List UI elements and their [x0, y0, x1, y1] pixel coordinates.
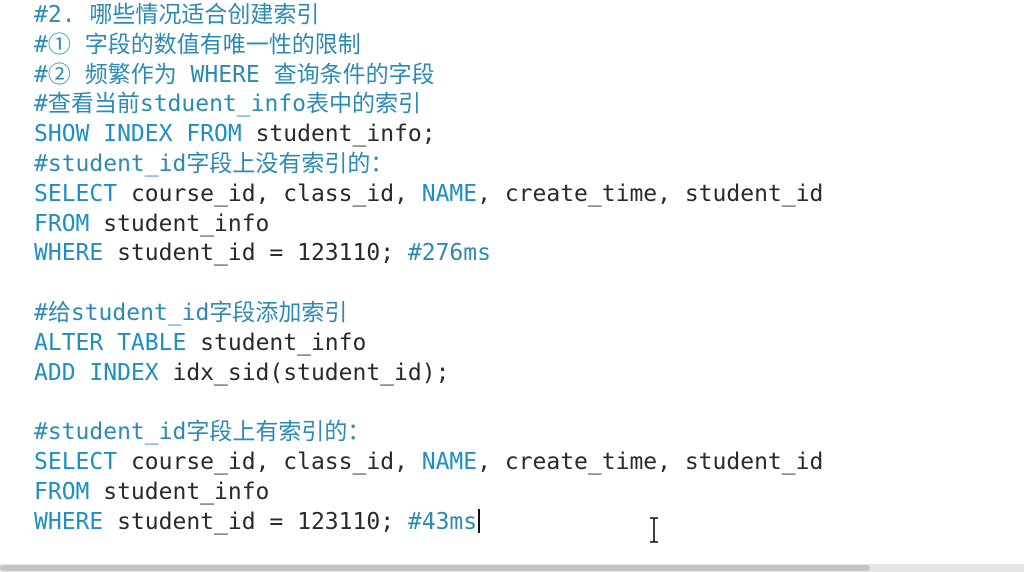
- keyword-token: WHERE: [34, 240, 104, 267]
- plain-token: student_id = 123110;: [103, 240, 408, 267]
- text-ibeam-cursor-icon: [650, 517, 658, 543]
- plain-token: , create_time, student_id: [477, 449, 824, 475]
- code-line[interactable]: FROM student_info: [34, 477, 269, 507]
- plain-token: idx_sid(student_id);: [158, 359, 450, 386]
- comment-token: #student_id字段上没有索引的：: [34, 151, 394, 177]
- keyword-token: SELECT: [34, 449, 118, 475]
- plain-token: student_id = 123110;: [103, 508, 408, 535]
- code-line[interactable]: ADD INDEX idx_sid(student_id);: [34, 358, 449, 388]
- keyword-token: FROM: [34, 478, 90, 505]
- plain-token: student_info;: [241, 121, 436, 148]
- code-line[interactable]: #① 字段的数值有唯一性的限制: [34, 30, 361, 60]
- code-line[interactable]: ALTER TABLE student_info: [34, 328, 366, 358]
- code-line[interactable]: #查看当前stduent_info表中的索引: [34, 89, 421, 119]
- keyword-token: ALTER TABLE: [34, 329, 187, 356]
- keyword-token: FROM: [34, 210, 90, 237]
- text-caret: [478, 508, 481, 533]
- code-line[interactable]: FROM student_info: [34, 209, 269, 239]
- comment-token: #给student_id字段添加索引: [34, 300, 348, 326]
- comment-token: #① 字段的数值有唯一性的限制: [34, 31, 361, 58]
- keyword-token: SHOW INDEX FROM: [34, 121, 242, 148]
- code-line[interactable]: WHERE student_id = 123110; #276ms: [34, 238, 491, 268]
- comment-token: #查看当前stduent_info表中的索引: [34, 91, 422, 118]
- comment-token: #2. 哪些情况适合创建索引: [34, 2, 320, 28]
- code-line[interactable]: #给student_id字段添加索引: [34, 298, 347, 328]
- keyword-token: NAME: [421, 180, 478, 207]
- code-line[interactable]: #student_id字段上没有索引的：: [34, 149, 393, 179]
- code-line[interactable]: #2. 哪些情况适合创建索引: [34, 0, 319, 30]
- code-line[interactable]: #② 频繁作为 WHERE 查询条件的字段: [34, 60, 435, 90]
- plain-token: course_id, class_id,: [117, 449, 422, 475]
- code-line[interactable]: WHERE student_id = 123110; #43ms: [34, 507, 481, 537]
- plain-token: , create_time, student_id: [477, 180, 824, 207]
- comment-token: #② 频繁作为 WHERE 查询条件的字段: [34, 61, 435, 88]
- code-line[interactable]: SELECT course_id, class_id, NAME, create…: [34, 179, 823, 209]
- plain-token: student_info: [186, 329, 367, 356]
- code-line[interactable]: SELECT course_id, class_id, NAME, create…: [34, 447, 823, 477]
- code-line[interactable]: SHOW INDEX FROM student_info;: [34, 119, 436, 149]
- plain-token: course_id, class_id,: [117, 180, 422, 207]
- code-line[interactable]: #student_id字段上有索引的：: [34, 417, 370, 447]
- comment-token: #276ms: [407, 240, 491, 267]
- comment-token: #43ms: [407, 508, 478, 535]
- sql-code-editor[interactable]: #2. 哪些情况适合创建索引 #① 字段的数值有唯一性的限制 #② 频繁作为 WHE…: [0, 0, 1024, 564]
- horizontal-scrollbar[interactable]: [0, 564, 1024, 572]
- keyword-token: WHERE: [34, 508, 104, 535]
- comment-token: #student_id字段上有索引的：: [34, 419, 371, 446]
- plain-token: student_info: [89, 210, 270, 237]
- keyword-token: SELECT: [34, 180, 118, 207]
- horizontal-scrollbar-thumb[interactable]: [0, 565, 870, 571]
- keyword-token: NAME: [421, 449, 478, 475]
- plain-token: student_info: [89, 478, 270, 505]
- keyword-token: ADD INDEX: [34, 359, 159, 386]
